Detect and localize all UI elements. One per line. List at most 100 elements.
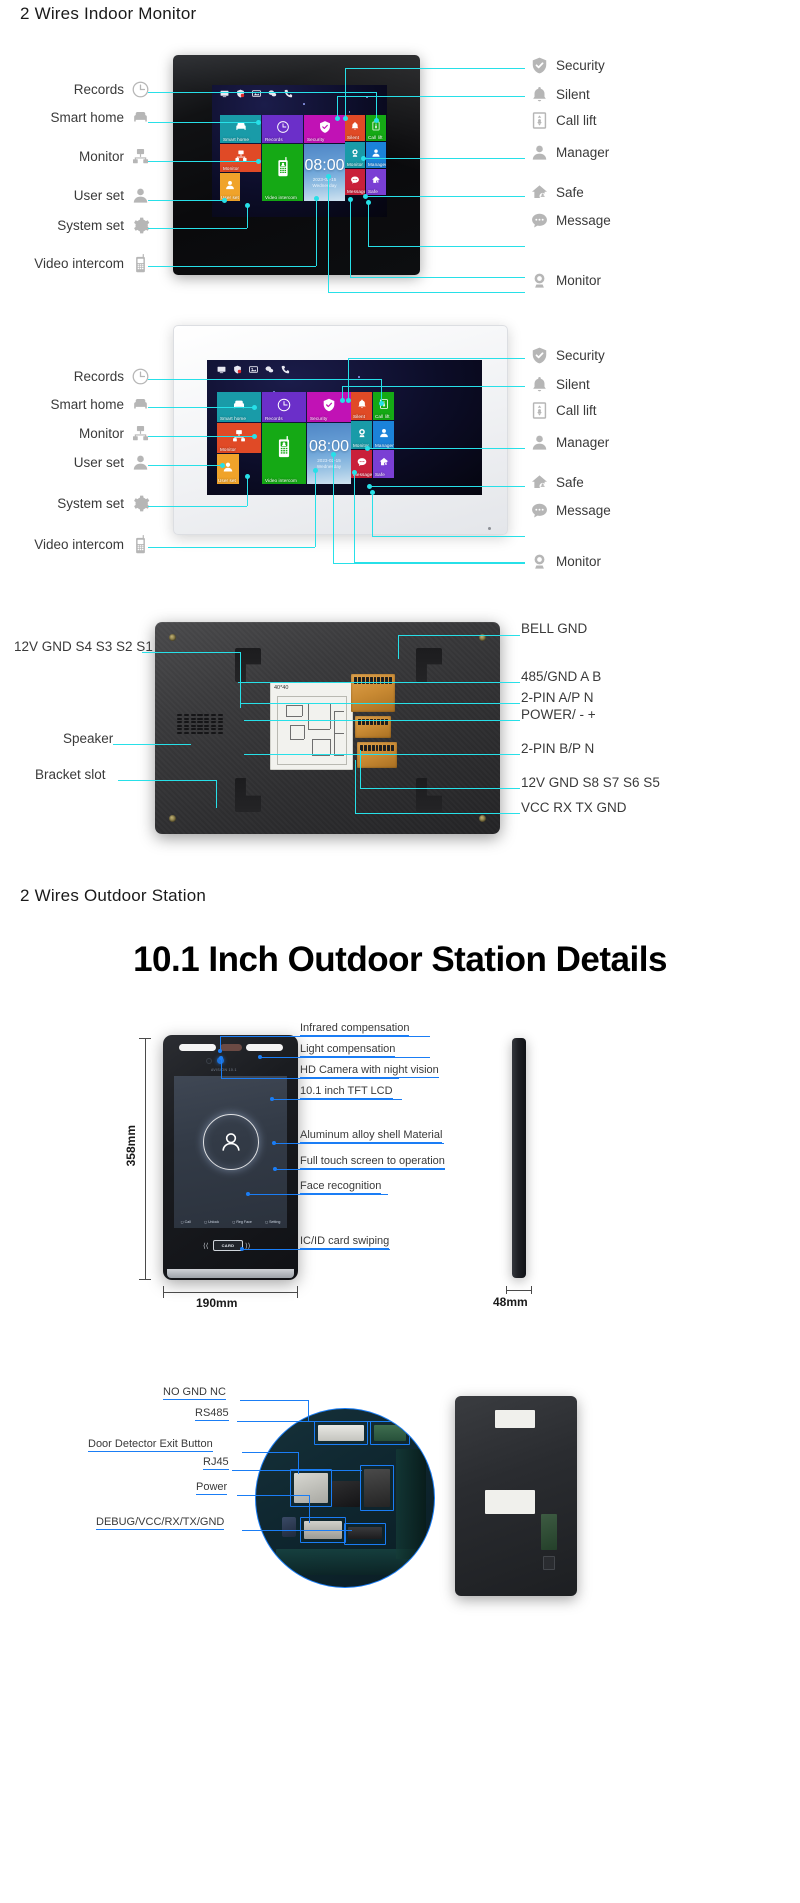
screw-icon — [169, 634, 176, 641]
home-hand-icon — [530, 183, 549, 202]
tile-security[interactable]: Security — [307, 392, 351, 422]
rear-connector-block — [541, 1514, 557, 1550]
tile-label: Records — [265, 416, 283, 421]
outdoor-rear-panel — [455, 1396, 577, 1596]
mini-tile-grid: Silent Call lift Monitor Manager Message… — [351, 392, 394, 478]
tile-label: Monitor — [220, 447, 237, 452]
shield-icon — [236, 89, 245, 98]
tile-monitor[interactable]: Monitor — [220, 144, 261, 172]
label-silent: Silent — [530, 85, 590, 104]
light-compensation-strip-left — [179, 1044, 216, 1051]
screen-statusbar — [217, 365, 290, 374]
tile-records[interactable]: Records — [262, 115, 303, 143]
label-text: Message — [556, 503, 611, 518]
label-smart-home: Smart home — [0, 395, 150, 414]
ods-label-face-recognition: Face recognition — [300, 1180, 382, 1194]
dim-height-text: 358mm — [124, 1125, 138, 1167]
label-text: Monitor — [78, 149, 124, 164]
clock-day: Wednesday — [316, 463, 342, 469]
tile-monitor-mini[interactable]: Monitor — [351, 421, 372, 449]
sofa-icon — [131, 108, 150, 127]
tile-clock[interactable]: 08:00 2023-02-15 Wednesday — [304, 144, 345, 201]
tile-user-set[interactable]: User set — [217, 454, 239, 484]
ods-label-light-comp: Light compensation — [300, 1043, 396, 1057]
label-text: Message — [556, 213, 611, 228]
picture-icon — [252, 89, 261, 98]
label-text: Records — [73, 369, 124, 384]
tile-manager[interactable]: Manager — [366, 142, 386, 168]
network-icon — [131, 424, 150, 443]
intercom-icon — [131, 254, 150, 273]
tile-smart-home[interactable]: Smart home — [220, 115, 261, 143]
label-text: Smart home — [50, 110, 124, 125]
indoor-monitor-white-section: Smart home Records Security Monitor Vide… — [0, 310, 800, 590]
dim-depth-line — [506, 1290, 532, 1291]
connector-pins-c — [360, 745, 394, 751]
tile-label: Silent — [347, 135, 360, 140]
outdoor-station-section: 2 Wires Outdoor Station 10.1 Inch Outdoo… — [0, 880, 800, 1310]
tile-safe[interactable]: Safe — [373, 450, 394, 478]
ic-id-card-reader[interactable]: CARD — [213, 1240, 243, 1251]
tile-clock[interactable]: 08:00 2023-02-15 Wednesday — [307, 423, 351, 484]
tile-video-intercom[interactable]: Video intercom — [262, 423, 306, 484]
clock-time: 08:00 — [304, 156, 345, 174]
label-text: System set — [57, 218, 124, 233]
screen-statusbar — [220, 89, 293, 98]
tile-silent[interactable]: Silent — [351, 392, 372, 420]
screw-icon — [169, 815, 176, 822]
screw-icon — [479, 815, 486, 822]
label-records: Records — [0, 80, 150, 99]
label-text: Monitor — [556, 273, 602, 288]
tile-monitor-mini[interactable]: Monitor — [345, 142, 365, 168]
tile-video-intercom[interactable]: Video intercom — [262, 144, 303, 201]
dim-height-line — [145, 1038, 146, 1280]
shield-check-icon — [322, 397, 337, 412]
rear-label-bell-gnd: BELL GND — [521, 621, 588, 636]
rear-port — [543, 1556, 555, 1570]
person-icon — [218, 1129, 244, 1155]
intercom-icon — [131, 535, 150, 554]
clock-date: 2023-02-15 — [312, 176, 337, 182]
pcb-highlight-no-gnd-nc — [314, 1421, 368, 1445]
bell-icon — [530, 85, 549, 104]
chat-bubble-icon — [265, 365, 274, 374]
clock-icon — [277, 397, 292, 412]
tile-label: Video intercom — [265, 195, 297, 200]
ods-label-infrared: Infrared compensation — [300, 1022, 410, 1036]
label-text: System set — [57, 496, 124, 511]
speaker-grille — [177, 714, 223, 734]
tile-manager[interactable]: Manager — [373, 421, 394, 449]
label-security: Security — [530, 346, 605, 365]
camera-icon — [350, 148, 360, 158]
chat-icon — [356, 456, 367, 467]
outdoor-station-side-view — [512, 1038, 526, 1278]
outdoor-station-front: AVISION 10.1 ◻ Call ◻ Unlock ◻ Reg Face … — [163, 1035, 298, 1280]
monitor-rear-panel: 40*40 — [155, 622, 500, 834]
person-icon — [378, 427, 389, 438]
tile-label: Monitor — [347, 162, 364, 167]
tile-message[interactable]: Message — [345, 169, 365, 195]
pcb-trace-zone — [276, 1549, 416, 1575]
menu-reg-face[interactable]: ◻ Reg Face — [232, 1220, 252, 1224]
tile-user-set[interactable]: User set — [220, 173, 240, 201]
indoor-monitor-section: 2 Wires Indoor Monitor Smart home Record — [0, 0, 800, 300]
dim-height-tick-top — [139, 1038, 151, 1039]
menu-unlock[interactable]: ◻ Unlock — [204, 1220, 219, 1224]
brand-logo: AVISION 10.1 — [211, 1068, 237, 1072]
person-icon — [371, 148, 381, 158]
camera-icon — [356, 427, 367, 438]
page-title: 2 Wires Indoor Monitor — [20, 4, 197, 23]
gear-icon — [131, 494, 150, 513]
sticker-size-label: 40*40 — [274, 685, 289, 691]
tile-call-lift[interactable]: Call lift — [373, 392, 394, 420]
clock-time: 08:00 — [308, 437, 350, 455]
label-text: Records — [73, 82, 124, 97]
tile-safe[interactable]: Safe — [366, 169, 386, 195]
indoor-monitor-screen-dark: Smart home Records Security Monitor Vide… — [212, 85, 387, 217]
rear-label-2pin-ap-n: 2-PIN A/P N — [521, 690, 594, 705]
menu-call[interactable]: ◻ Call — [181, 1220, 191, 1224]
tile-records[interactable]: Records — [262, 392, 306, 422]
menu-setting[interactable]: ◻ Setting — [265, 1220, 280, 1224]
tile-silent[interactable]: Silent — [345, 115, 365, 141]
camera-icon — [530, 271, 549, 290]
